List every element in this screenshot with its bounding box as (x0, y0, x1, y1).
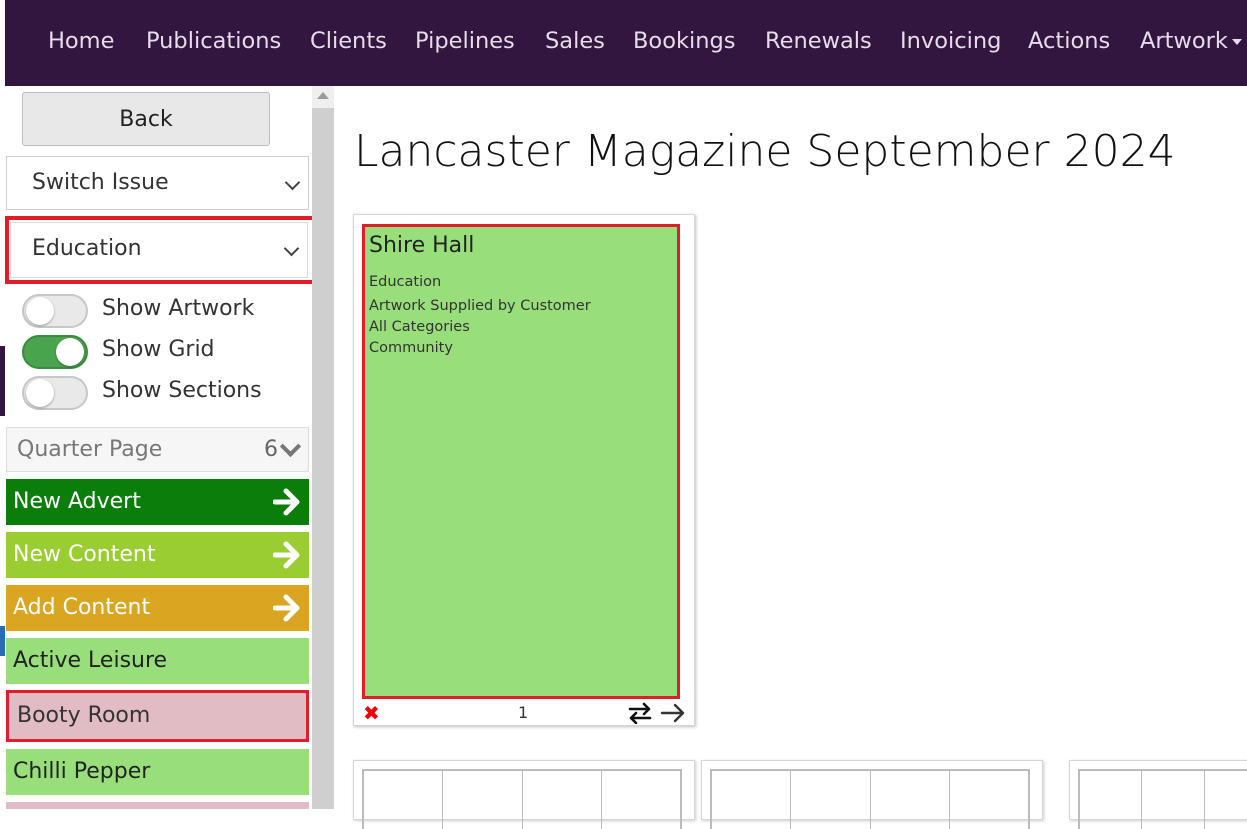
nav-renewals[interactable]: Renewals (765, 0, 872, 86)
nav-publications[interactable]: Publications (146, 0, 281, 86)
window-edge-left (0, 86, 5, 809)
top-navbar: Home Publications Clients Pipelines Sale… (0, 0, 1247, 86)
window-edge (0, 0, 5, 86)
page-thumbnail[interactable] (701, 760, 1043, 829)
ad-detail: Artwork Supplied by Customer (369, 298, 591, 314)
nav-sales[interactable]: Sales (545, 0, 605, 86)
quarter-page-group-header[interactable]: Quarter Page 6 (6, 427, 309, 472)
caret-down-icon (1231, 38, 1242, 45)
new-advert-button[interactable]: New Advert (6, 479, 309, 525)
page-thumbnail[interactable] (1069, 760, 1247, 829)
arrow-right-icon (273, 488, 300, 516)
client-label: Active Leisure (13, 648, 168, 673)
background-strip (0, 346, 5, 416)
arrow-right-icon[interactable] (660, 702, 686, 724)
show-grid-toggle[interactable] (22, 335, 88, 369)
page-title: Lancaster Magazine September 2024 (354, 126, 1176, 177)
client-label: Booty Room (17, 703, 151, 728)
nav-pipelines[interactable]: Pipelines (415, 0, 515, 86)
show-artwork-label: Show Artwork (102, 296, 255, 321)
section-select-value: Education (32, 236, 142, 261)
toggle-knob (26, 297, 54, 325)
add-content-button[interactable]: Add Content (6, 585, 309, 631)
page-grid (1078, 769, 1247, 829)
ad-section: Education (369, 274, 442, 290)
client-label: Chilli Pepper (13, 759, 151, 784)
toggle-knob (26, 379, 54, 407)
scrollbar-up-button[interactable] (312, 86, 334, 108)
arrow-right-icon (273, 541, 300, 569)
nav-invoicing[interactable]: Invoicing (900, 0, 1001, 86)
back-button[interactable]: Back (22, 92, 270, 146)
nav-actions[interactable]: Actions (1028, 0, 1110, 86)
nav-clients[interactable]: Clients (310, 0, 387, 86)
arrow-right-icon (273, 594, 300, 622)
ad-slot-shire-hall[interactable]: Shire Hall Education Artwork Supplied by… (362, 224, 680, 699)
nav-home[interactable]: Home (48, 0, 114, 86)
background-strip (0, 626, 5, 656)
swap-icon[interactable] (627, 702, 653, 724)
chevron-down-icon (284, 174, 301, 191)
nav-artwork-dropdown[interactable]: Artwork (1140, 0, 1242, 86)
client-item-chilli-pepper[interactable]: Chilli Pepper (6, 749, 309, 795)
nav-artwork-label: Artwork (1140, 28, 1228, 54)
chevron-down-icon (279, 435, 302, 458)
client-item-partial[interactable] (6, 802, 309, 809)
show-sections-toggle[interactable] (22, 376, 88, 410)
ad-detail: Community (369, 340, 453, 356)
client-item-booty-room[interactable]: Booty Room (6, 690, 309, 742)
section-select[interactable]: Education (10, 222, 308, 278)
page-number: 1 (518, 703, 529, 722)
sidebar-scrollbar[interactable] (312, 86, 334, 809)
show-artwork-toggle[interactable] (22, 294, 88, 328)
nav-bookings[interactable]: Bookings (633, 0, 736, 86)
new-content-button[interactable]: New Content (6, 532, 309, 578)
show-grid-label: Show Grid (102, 337, 215, 362)
show-sections-label: Show Sections (102, 378, 262, 403)
sidebar: Back Switch Issue Education Show Artwork… (0, 86, 312, 809)
ad-detail: All Categories (369, 319, 470, 335)
add-content-label: Add Content (13, 595, 151, 620)
scroll-up-arrow-icon (317, 92, 329, 99)
chevron-down-icon (283, 240, 300, 257)
page-thumbnail[interactable] (353, 760, 695, 829)
group-label: Quarter Page (17, 437, 163, 462)
new-content-label: New Content (13, 542, 156, 567)
new-advert-label: New Advert (13, 489, 141, 514)
delete-page-icon[interactable]: ✖ (363, 703, 380, 723)
switch-issue-label: Switch Issue (32, 170, 169, 195)
toggle-knob (56, 338, 84, 366)
page-grid (710, 769, 1030, 829)
switch-issue-select[interactable]: Switch Issue (6, 156, 309, 210)
page-grid (362, 769, 682, 829)
ad-client-name: Shire Hall (369, 233, 475, 258)
client-item-active-leisure[interactable]: Active Leisure (6, 638, 309, 684)
group-count: 6 (264, 437, 278, 462)
